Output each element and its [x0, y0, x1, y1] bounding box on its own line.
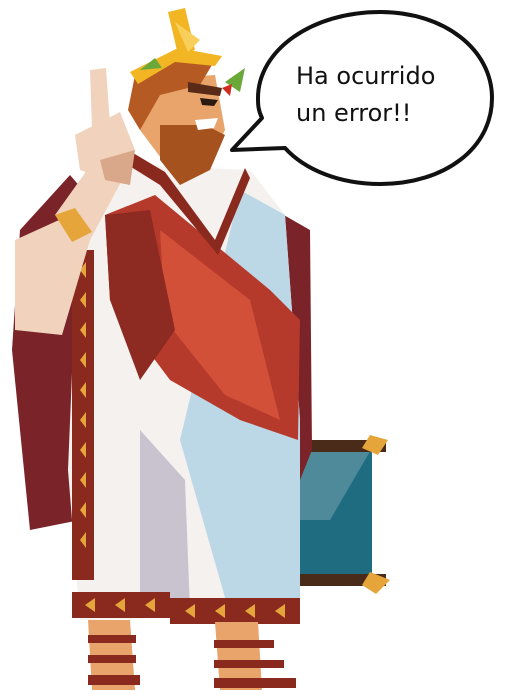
error-illustration: Ha ocurrido un error!! [0, 0, 510, 695]
error-message-line-2: un error!! [296, 99, 412, 127]
error-message-line-1: Ha ocurrido [296, 62, 436, 90]
error-message: Ha ocurrido un error!! [296, 58, 466, 132]
